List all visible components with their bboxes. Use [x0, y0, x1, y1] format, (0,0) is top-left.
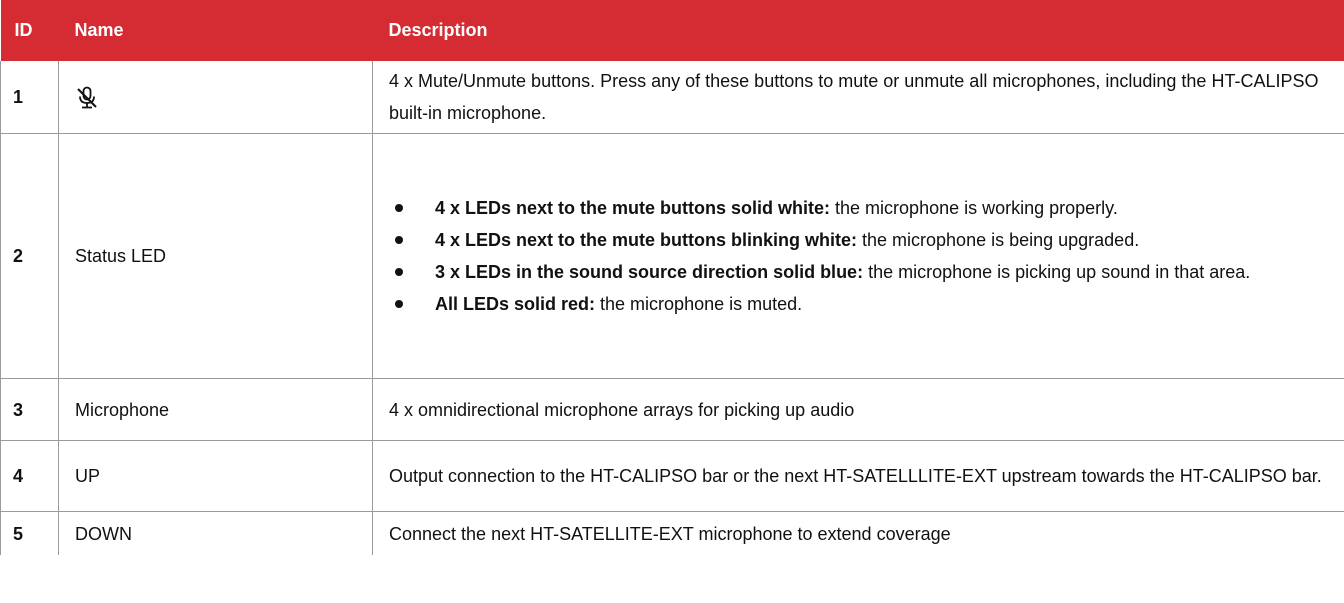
cell-name: UP — [58, 440, 373, 512]
list-item: 3 x LEDs in the sound source direction s… — [389, 256, 1328, 288]
bullet-icon — [395, 236, 403, 244]
list-item: 4 x LEDs next to the mute buttons blinki… — [389, 224, 1328, 256]
cell-name — [58, 61, 373, 134]
status-led-list: 4 x LEDs next to the mute buttons solid … — [389, 192, 1328, 320]
cell-id: 4 — [0, 440, 59, 512]
cell-description: 4 x LEDs next to the mute buttons solid … — [372, 133, 1344, 379]
bullet-icon — [395, 204, 403, 212]
cell-description: 4 x omnidirectional microphone arrays fo… — [372, 378, 1344, 441]
cell-description: 4 x Mute/Unmute buttons. Press any of th… — [372, 61, 1344, 134]
cell-id: 2 — [0, 133, 59, 379]
table-row: 1 4 x Mute/Unmute buttons. Press any of … — [0, 61, 1344, 134]
cell-description: Connect the next HT-SATELLITE-EXT microp… — [372, 511, 1344, 555]
component-table: ID Name Description 1 4 x Mute/Unmute bu… — [0, 0, 1344, 555]
cell-name: Status LED — [58, 133, 373, 379]
cell-id: 3 — [0, 378, 59, 441]
cell-description: Output connection to the HT-CALIPSO bar … — [372, 440, 1344, 512]
header-name: Name — [58, 0, 373, 61]
header-description: Description — [372, 0, 1344, 61]
mic-mute-icon — [75, 86, 99, 110]
bullet-icon — [395, 268, 403, 276]
cell-id: 5 — [0, 511, 59, 555]
list-item: 4 x LEDs next to the mute buttons solid … — [389, 192, 1328, 224]
table-row: 2 Status LED 4 x LEDs next to the mute b… — [0, 133, 1344, 379]
list-item: All LEDs solid red: the microphone is mu… — [389, 288, 1328, 320]
spec-table-container: ID Name Description 1 4 x Mute/Unmute bu… — [0, 0, 1344, 555]
table-row: 3 Microphone 4 x omnidirectional microph… — [0, 378, 1344, 441]
table-row: 4 UP Output connection to the HT-CALIPSO… — [0, 440, 1344, 512]
bullet-icon — [395, 300, 403, 308]
table-row: 5 DOWN Connect the next HT-SATELLITE-EXT… — [0, 511, 1344, 555]
header-id: ID — [0, 0, 59, 61]
cell-name: Microphone — [58, 378, 373, 441]
table-header-row: ID Name Description — [0, 0, 1344, 61]
cell-id: 1 — [0, 61, 59, 134]
cell-name: DOWN — [58, 511, 373, 555]
